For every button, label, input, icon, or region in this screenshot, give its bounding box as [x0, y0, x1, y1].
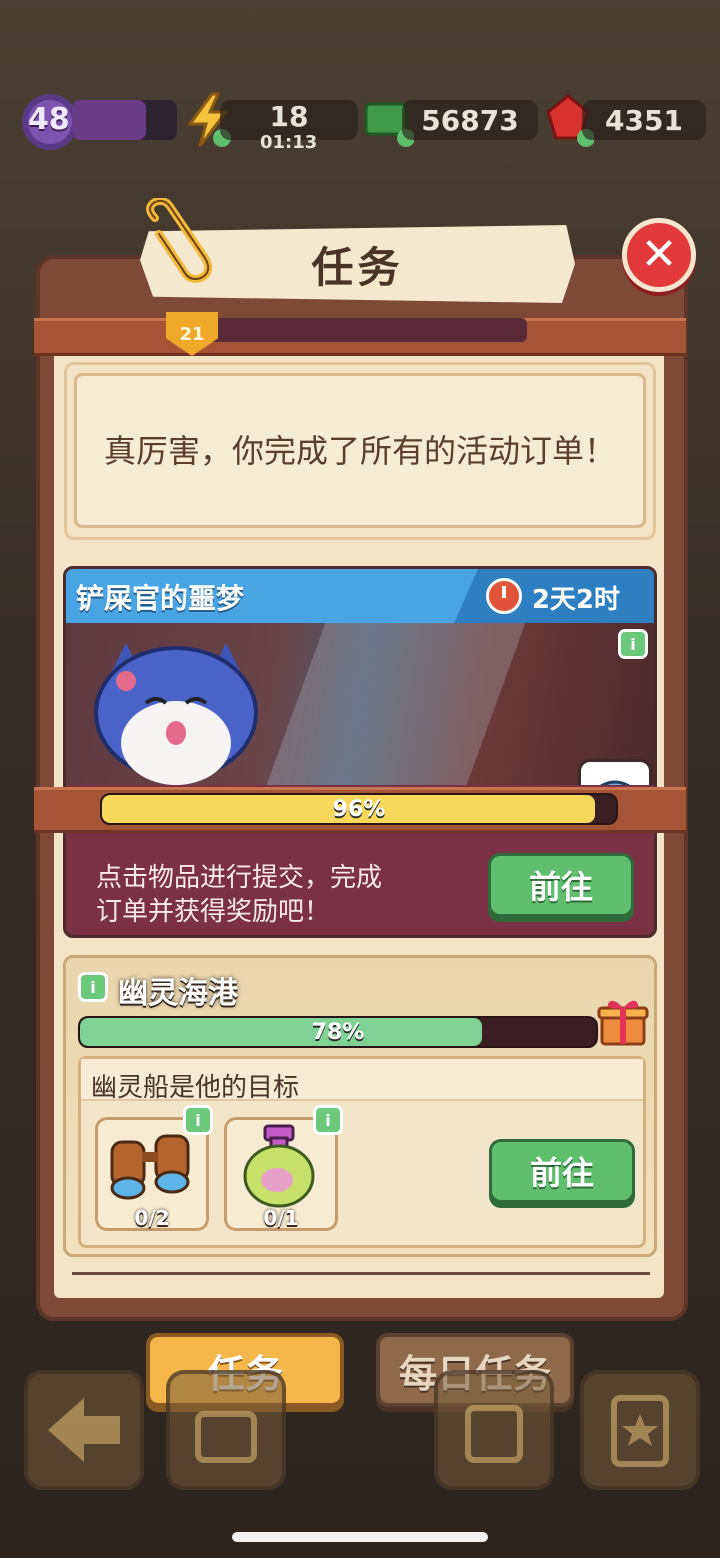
- home-indicator[interactable]: [232, 1532, 488, 1542]
- harbor-info-icon[interactable]: i: [78, 972, 108, 1002]
- level-number: 48: [28, 102, 70, 137]
- gem-value: 4351: [605, 103, 683, 137]
- paperclip-icon: [146, 198, 213, 283]
- event-description-line1: 点击物品进行提交，完成: [96, 863, 383, 893]
- energy-value: 18: [269, 99, 309, 133]
- light-beam: [266, 623, 526, 785]
- tier-progress-track: [205, 318, 527, 342]
- cash-counter: 56873: [402, 100, 538, 140]
- bag-button[interactable]: [166, 1370, 286, 1490]
- gift-box-icon[interactable]: [596, 994, 650, 1048]
- harbor-go-label: 前往: [529, 1154, 594, 1192]
- trash-button[interactable]: [434, 1370, 554, 1490]
- event-illustration: i: [66, 623, 654, 785]
- top-hud: 48 18 01:13 56873 4351: [10, 92, 710, 153]
- event-card[interactable]: 铲屎官的噩梦 2天2时 i 点击物品进行提交，完成 订单并获得奖励吧！ 前往: [63, 566, 657, 938]
- event-title: 铲屎官的噩梦: [76, 582, 245, 615]
- quest-title: 幽灵船是他的目标: [91, 1073, 300, 1103]
- energy-timer: 01:13: [260, 132, 318, 153]
- binoculars-info-icon[interactable]: i: [183, 1105, 213, 1135]
- event-info-icon[interactable]: i: [618, 629, 648, 659]
- harbor-progress-bar: 78%: [78, 1016, 598, 1048]
- potion-count: 0/1: [263, 1206, 299, 1230]
- event-time-left: 2天2时: [531, 585, 620, 615]
- event-go-button[interactable]: 前往: [488, 853, 634, 917]
- harbor-title: 幽灵海港: [118, 976, 238, 1011]
- gem-counter: 4351: [582, 100, 706, 140]
- bag-icon: [195, 1411, 257, 1463]
- event-description: 点击物品进行提交，完成 订单并获得奖励吧！: [96, 861, 382, 929]
- cash-value: 56873: [421, 103, 519, 137]
- event-description-line2: 订单并获得奖励吧！: [96, 897, 331, 927]
- event-header: 铲屎官的噩梦 2天2时: [66, 569, 654, 623]
- quest-box: 幽灵船是他的目标 0/2 i 0/1 i 前往: [78, 1056, 646, 1248]
- back-arrow-button[interactable]: [24, 1370, 144, 1490]
- close-icon: ✕: [640, 229, 678, 280]
- clipboard-button[interactable]: [580, 1370, 700, 1490]
- reward-chest-bubble[interactable]: [578, 759, 652, 785]
- binoculars-count: 0/2: [134, 1206, 170, 1230]
- panel-bottom-divider: [72, 1272, 650, 1275]
- level-progress-bar: [72, 100, 177, 140]
- harbor-progress-label: 78%: [311, 1019, 365, 1045]
- clipboard-star-icon: [611, 1395, 669, 1467]
- trash-bin-icon: [465, 1405, 523, 1463]
- blue-cat-illustration: [94, 643, 258, 785]
- harbor-go-button[interactable]: 前往: [489, 1139, 635, 1203]
- event-go-label: 前往: [528, 868, 593, 906]
- close-button[interactable]: ✕: [622, 218, 696, 292]
- treasure-chest-icon: [599, 780, 631, 785]
- clock-icon: [486, 578, 522, 614]
- completion-message-box: 真厉害，你完成了所有的活动订单！: [74, 373, 646, 528]
- back-arrow-icon: [48, 1398, 120, 1462]
- event-progress-bar: 96%: [100, 793, 618, 825]
- completion-message: 真厉害，你完成了所有的活动订单！: [103, 431, 616, 470]
- potion-info-icon[interactable]: i: [313, 1105, 343, 1135]
- harbor-card[interactable]: i 幽灵海港 78% 幽灵船是他的目标 0/2 i 0/1 i 前往: [63, 955, 657, 1257]
- event-progress-label: 96%: [332, 796, 386, 822]
- panel-title: 任务: [311, 242, 404, 292]
